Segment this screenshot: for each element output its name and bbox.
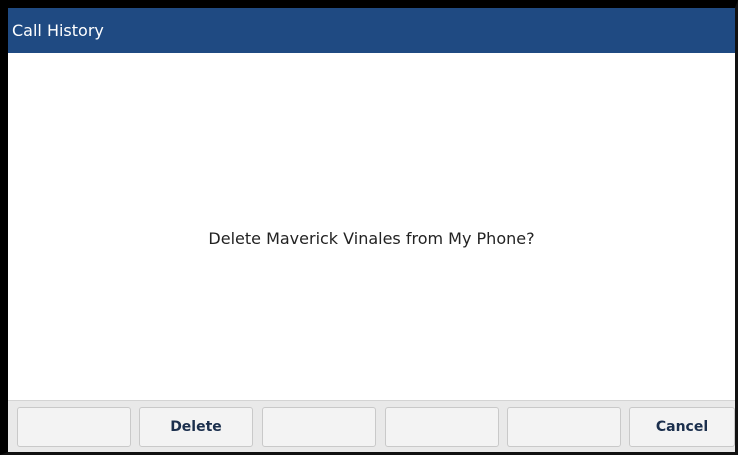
- softkey-5[interactable]: [507, 407, 621, 447]
- softkey-4[interactable]: [385, 407, 499, 447]
- cancel-button[interactable]: Cancel: [629, 407, 735, 447]
- confirmation-dialog: Delete Maverick Vinales from My Phone?: [8, 53, 735, 400]
- phone-screen: Call History Delete Maverick Vinales fro…: [0, 0, 738, 455]
- softkey-bar: Delete Cancel: [8, 400, 735, 452]
- title-bar: Call History: [8, 8, 735, 53]
- delete-button[interactable]: Delete: [139, 407, 253, 447]
- softkey-3[interactable]: [262, 407, 376, 447]
- page-title: Call History: [12, 21, 104, 40]
- confirmation-message: Delete Maverick Vinales from My Phone?: [208, 229, 535, 248]
- softkey-1[interactable]: [17, 407, 131, 447]
